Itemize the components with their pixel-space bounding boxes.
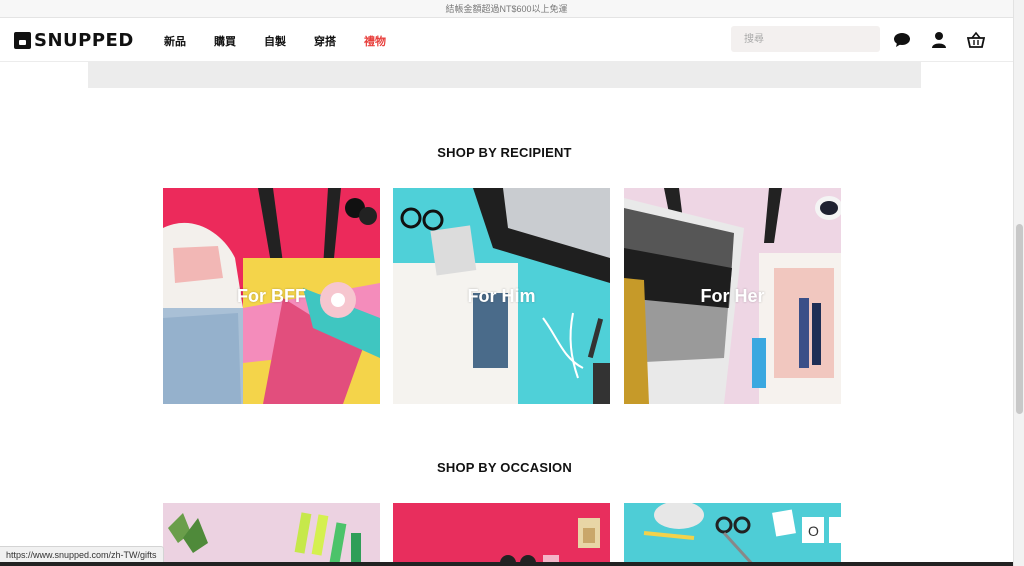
card-for-her[interactable]: For Her <box>624 188 841 404</box>
logo-text: SNUPPED <box>34 30 134 51</box>
card-for-him[interactable]: For Him <box>393 188 610 404</box>
section-title-occasion: SHOP BY OCCASION <box>437 460 572 475</box>
promo-bar: 結帳金額超過NT$600以上免運 <box>0 0 1013 18</box>
nav-item-custom[interactable]: 自製 <box>264 33 286 49</box>
bottom-edge <box>0 562 1013 566</box>
occasion-photo-1 <box>163 503 380 566</box>
occasion-photo-2 <box>393 503 610 566</box>
card-label: For BFF <box>237 285 306 306</box>
card-for-bff[interactable]: For BFF <box>163 188 380 404</box>
svg-text:O: O <box>808 523 819 539</box>
logo[interactable]: SNUPPED <box>14 30 134 51</box>
search-input[interactable] <box>731 26 880 52</box>
card-label: For Him <box>467 285 536 306</box>
card-occasion-1[interactable] <box>163 503 380 566</box>
logo-mark-icon <box>14 32 31 49</box>
scrollbar[interactable] <box>1013 0 1024 566</box>
main-nav: 新品 購買 自製 穿搭 禮物 <box>164 33 414 49</box>
card-occasion-2[interactable] <box>393 503 610 566</box>
chat-icon[interactable] <box>893 31 911 49</box>
promo-text: 結帳金額超過NT$600以上免運 <box>445 4 568 14</box>
site-header: SNUPPED 新品 購買 自製 穿搭 禮物 <box>0 18 1013 62</box>
user-icon[interactable] <box>930 31 948 49</box>
scrollbar-thumb[interactable] <box>1016 224 1023 414</box>
nav-item-outfits[interactable]: 穿搭 <box>314 33 336 49</box>
basket-icon[interactable] <box>966 31 986 49</box>
card-occasion-3[interactable]: O <box>624 503 841 566</box>
card-label: For Her <box>700 285 765 306</box>
occasion-photo-3: O <box>624 503 841 566</box>
section-title-recipient: SHOP BY RECIPIENT <box>437 145 572 160</box>
nav-item-new[interactable]: 新品 <box>164 33 186 49</box>
nav-item-shop[interactable]: 購買 <box>214 33 236 49</box>
nav-item-gifts[interactable]: 禮物 <box>364 33 386 49</box>
banner-placeholder <box>88 62 921 88</box>
